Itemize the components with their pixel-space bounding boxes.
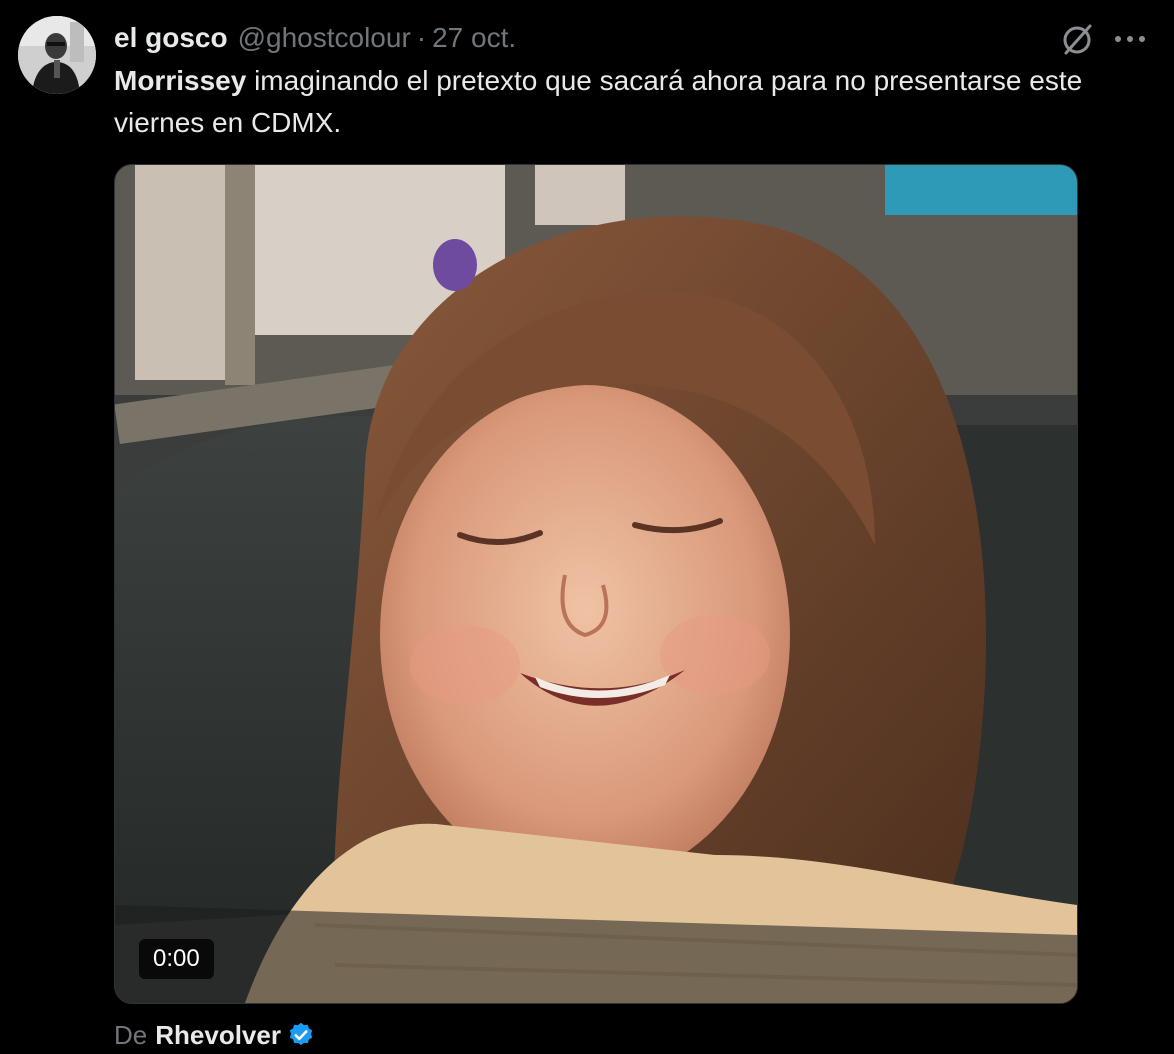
tweet-timestamp[interactable]: 27 oct.: [432, 22, 516, 54]
grok-slash-icon[interactable]: [1058, 20, 1096, 58]
attribution-source-link[interactable]: Rhevolver: [155, 1020, 281, 1051]
tweet-header: el gosco @ghostcolour · 27 oct.: [114, 18, 516, 58]
video-player[interactable]: 0:00: [114, 164, 1078, 1004]
tweet-mention: Morrissey: [114, 65, 247, 96]
separator-dot: ·: [416, 22, 427, 53]
tweet-text: Morrissey imaginando el pretexto que sac…: [114, 60, 1134, 144]
more-dots-icon[interactable]: [1110, 20, 1150, 58]
verified-badge-icon: [289, 1022, 313, 1046]
video-timer: 0:00: [139, 939, 214, 979]
media-attribution: De Rhevolver: [114, 1016, 315, 1054]
avatar[interactable]: [18, 16, 96, 94]
author-handle[interactable]: @ghostcolour: [238, 22, 411, 54]
video-thumbnail: [115, 165, 1077, 1003]
tweet-body: imaginando el pretexto que sacará ahora …: [114, 65, 1083, 138]
attribution-prefix: De: [114, 1019, 148, 1050]
avatar-image: [18, 16, 96, 94]
tweet: el gosco @ghostcolour · 27 oct. Morrisse…: [0, 0, 1174, 1054]
author-name[interactable]: el gosco: [114, 22, 228, 54]
